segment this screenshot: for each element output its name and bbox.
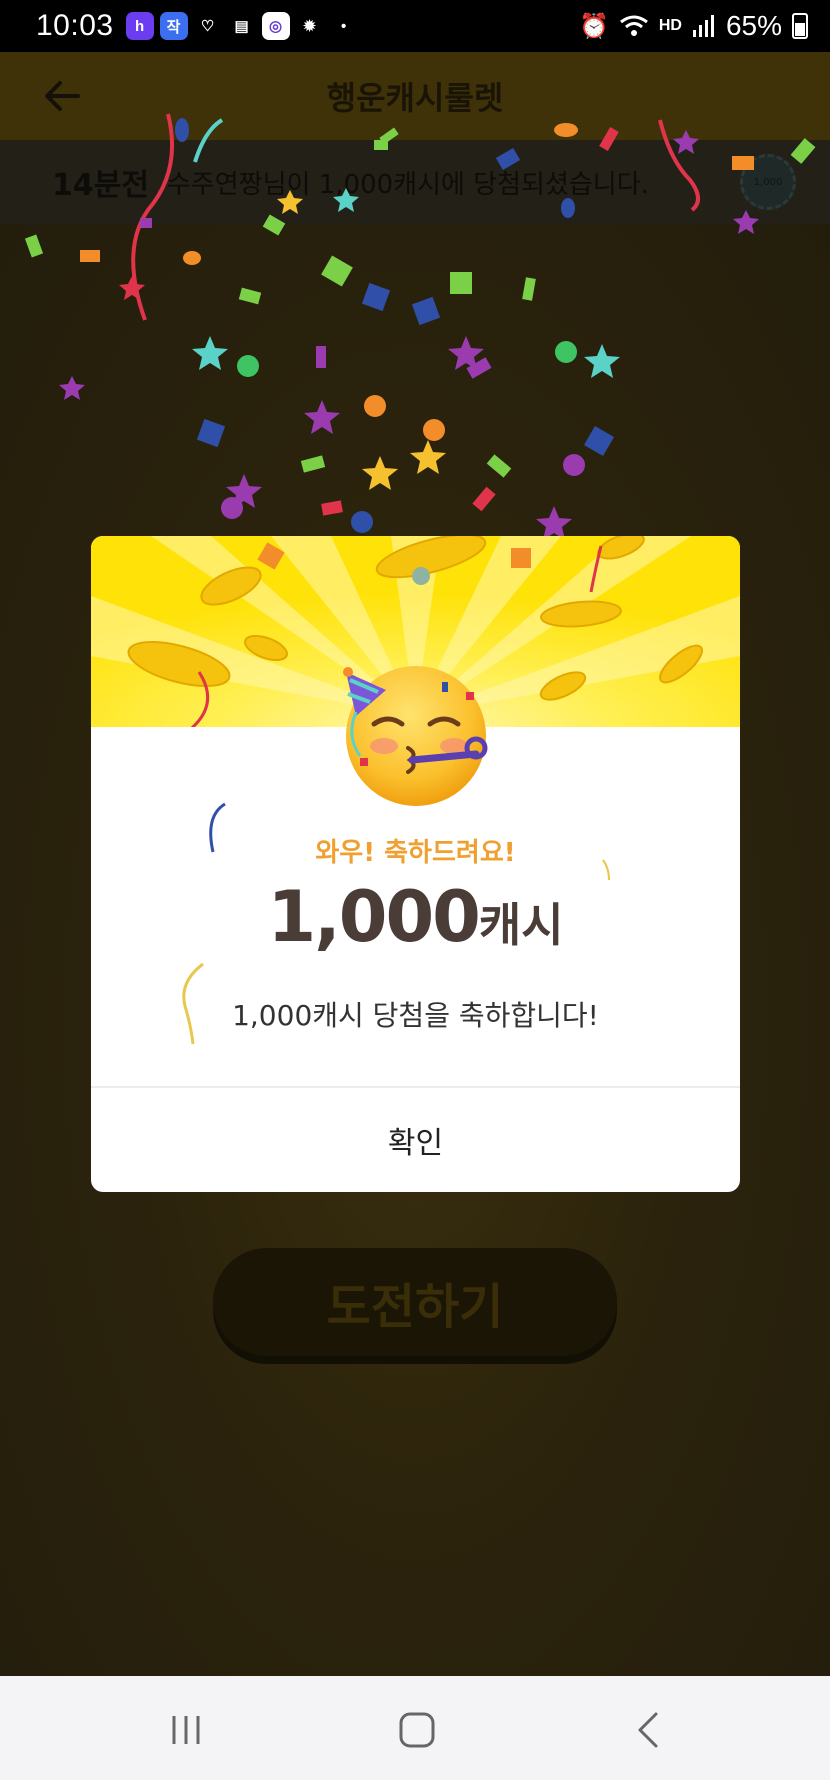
ring-app-icon: ◎ — [261, 12, 290, 40]
battery-percent: 65% — [725, 10, 782, 41]
heart-app-icon: ♡ — [200, 18, 215, 35]
challenge-button-label: 도전하기 — [326, 1279, 504, 1335]
home-icon[interactable] — [397, 1710, 437, 1750]
challenge-button[interactable]: 도전하기 — [213, 1248, 617, 1356]
more-dot-icon: • — [340, 17, 347, 35]
status-bar: 10:03 h 작 ♡ ▤ ◎ ✹ • ⏰ HD 65% — [0, 0, 830, 52]
system-indicators: ⏰ HD 65% — [579, 10, 808, 42]
alarm-icon: ⏰ — [578, 12, 609, 40]
hiworks-app-icon: h — [125, 12, 154, 40]
signal-icon — [692, 15, 714, 37]
wifi-icon — [619, 15, 648, 36]
reward-description: 1,000캐시 당첨을 축하합니다! — [232, 999, 599, 1032]
battery-icon — [792, 13, 808, 39]
status-time: 10:03 — [36, 9, 114, 42]
reward-amount-unit: 캐시 — [478, 898, 564, 952]
reward-modal: 와우! 축하드려요! 1,000캐시 1,000캐시 당첨을 축하합니다! 확인 — [91, 536, 740, 1192]
partying-face-emoji — [326, 636, 506, 816]
reward-amount: 1,000캐시 — [91, 876, 740, 958]
gear-app-icon: ✹ — [303, 18, 316, 35]
notification-icons: h 작 ♡ ▤ ◎ ✹ • — [125, 12, 358, 40]
confirm-button[interactable]: 확인 — [91, 1088, 740, 1192]
confetti-decoration — [24, 113, 816, 540]
congrats-subtitle: 와우! 축하드려요! — [315, 838, 516, 868]
reward-amount-number: 1,000 — [267, 876, 480, 958]
system-nav-bar — [0, 1676, 830, 1780]
jak-app-icon: 작 — [159, 12, 188, 40]
back-icon[interactable] — [630, 1710, 670, 1750]
hd-voice-icon: HD — [658, 17, 682, 34]
partying-face-icon — [343, 666, 488, 806]
recent-apps-icon[interactable] — [166, 1710, 206, 1750]
grid-app-icon: ▤ — [234, 18, 249, 35]
